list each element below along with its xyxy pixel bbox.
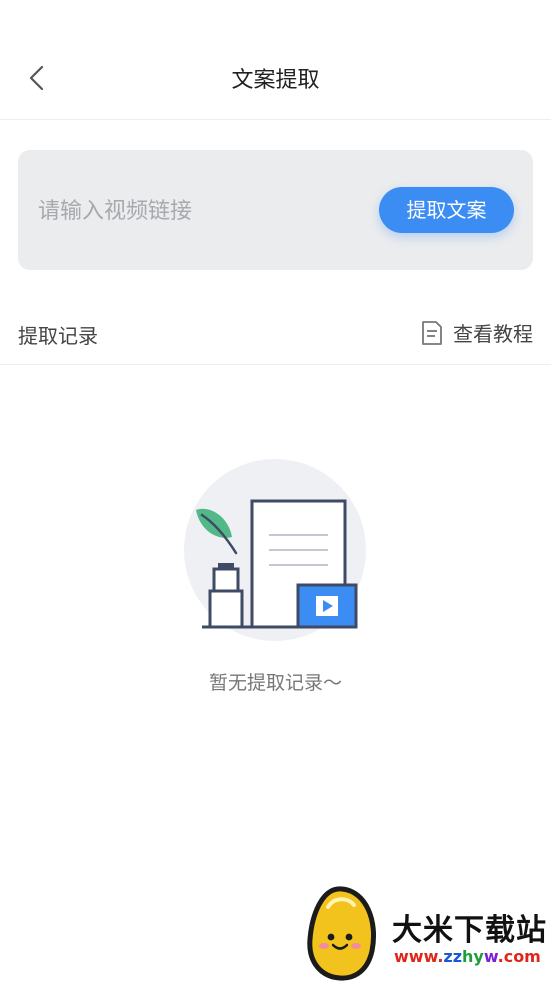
view-tutorial-link[interactable]: 查看教程 bbox=[421, 318, 533, 347]
url-part: zz bbox=[443, 947, 463, 966]
header-bar: 文案提取 bbox=[0, 0, 551, 119]
mascot-logo-icon bbox=[307, 886, 376, 981]
watermark-url: www.zzhyw.com bbox=[394, 947, 541, 966]
records-section-label: 提取记录 bbox=[18, 324, 98, 348]
header-divider bbox=[0, 119, 551, 120]
extract-copy-button[interactable]: 提取文案 bbox=[379, 187, 514, 233]
watermark-title: 大米下载站 bbox=[392, 913, 547, 948]
url-part: hy bbox=[462, 947, 484, 966]
watermark: 大米下载站 www.zzhyw.com bbox=[300, 885, 551, 981]
empty-state-illustration bbox=[184, 459, 366, 641]
tutorial-label: 查看教程 bbox=[453, 322, 533, 346]
url-part: www. bbox=[394, 947, 444, 966]
section-divider bbox=[0, 364, 551, 365]
url-part: w bbox=[483, 947, 498, 966]
video-link-input[interactable] bbox=[36, 188, 370, 234]
page-title: 文案提取 bbox=[231, 68, 320, 93]
document-icon bbox=[422, 320, 442, 345]
link-input-card: 提取文案 bbox=[18, 150, 533, 270]
empty-state-text: 暂无提取记录～ bbox=[208, 672, 342, 694]
url-part: .com bbox=[497, 947, 541, 966]
